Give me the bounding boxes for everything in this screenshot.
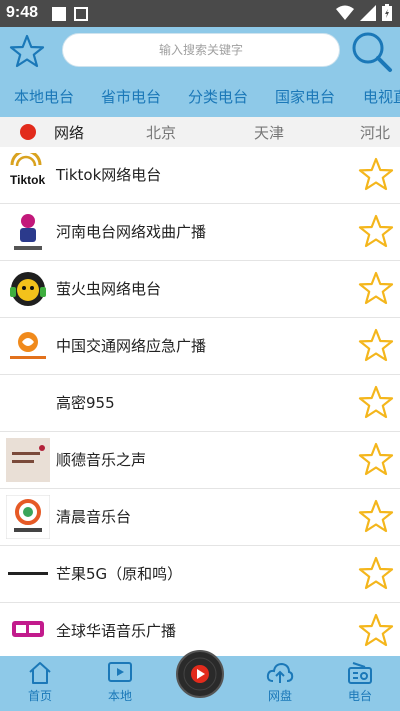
- station-row[interactable]: 芒果5G（原和鸣）: [0, 546, 400, 603]
- nav-label: 首页: [27, 689, 52, 703]
- status-time: 9:48: [6, 4, 39, 21]
- station-row[interactable]: Tiktok Tiktok网络电台: [0, 147, 400, 204]
- nav-local[interactable]: 本地: [80, 656, 160, 711]
- global-chinese-music-logo: [6, 609, 50, 653]
- favorite-star-icon[interactable]: [358, 499, 394, 535]
- favorite-star-icon[interactable]: [358, 157, 394, 193]
- local-play-icon: [108, 662, 132, 682]
- top-bar: [0, 27, 400, 75]
- nav-label: 电台: [347, 689, 372, 703]
- tab-province[interactable]: 省市电台: [101, 86, 161, 107]
- tiktok-radio-logo: Tiktok: [6, 153, 50, 197]
- station-name: 中国交通网络应急广播: [56, 337, 207, 355]
- station-list: Tiktok Tiktok网络电台 河南电台网络戏曲广播 萤火虫网络电台 中国交…: [0, 147, 400, 657]
- selected-region-indicator: [20, 124, 36, 140]
- nav-cloud[interactable]: 网盘: [240, 656, 320, 711]
- favorite-star-icon[interactable]: [358, 214, 394, 250]
- firefly-radio-logo: [6, 267, 50, 311]
- favorite-star-icon[interactable]: [358, 613, 394, 649]
- tab-national[interactable]: 国家电台: [275, 86, 335, 107]
- record-play-button[interactable]: [176, 650, 224, 698]
- tab-local[interactable]: 本地电台: [14, 86, 74, 107]
- tab-category[interactable]: 分类电台: [188, 86, 248, 107]
- station-name: 萤火虫网络电台: [56, 280, 162, 298]
- henan-radio-logo: [6, 210, 50, 254]
- app-notification-icon: [74, 7, 88, 21]
- station-name: 河南电台网络戏曲广播: [56, 223, 207, 241]
- nav-label: 本地: [107, 689, 132, 703]
- station-row[interactable]: 河南电台网络戏曲广播: [0, 204, 400, 261]
- region-bar: 网络 北京 天津 河北: [0, 117, 400, 147]
- tab-tv[interactable]: 电视直: [363, 86, 400, 107]
- record-icon: [183, 657, 217, 691]
- signal-icon: [360, 4, 376, 21]
- notification-icon: [52, 7, 66, 21]
- svg-text:Tiktok: Tiktok: [10, 173, 45, 187]
- search-box[interactable]: [62, 33, 340, 67]
- category-tabs: 本地电台 省市电台 分类电台 国家电台 电视直: [0, 75, 400, 117]
- station-row[interactable]: 高密955: [0, 375, 400, 432]
- nav-label: 网盘: [267, 689, 292, 703]
- favorite-star-icon[interactable]: [358, 556, 394, 592]
- mango-5g-logo: [6, 552, 50, 596]
- search-input[interactable]: [63, 34, 339, 66]
- system-icons: [336, 4, 392, 21]
- region-beijing[interactable]: 北京: [146, 122, 176, 143]
- morning-music-logo: [6, 495, 50, 539]
- bottom-nav: 首页 本地 网盘 电台: [0, 650, 400, 711]
- cloud-upload-icon: [266, 662, 294, 683]
- nav-radio[interactable]: 电台: [320, 656, 400, 711]
- station-row[interactable]: 全球华语音乐广播: [0, 603, 400, 657]
- station-row[interactable]: 顺德音乐之声: [0, 432, 400, 489]
- region-network[interactable]: 网络: [54, 122, 84, 143]
- station-name: 高密955: [56, 394, 115, 412]
- favorite-star-icon[interactable]: [358, 328, 394, 364]
- station-name: 芒果5G（原和鸣）: [56, 565, 183, 583]
- favorite-star-icon[interactable]: [358, 442, 394, 478]
- wifi-icon: [336, 5, 354, 20]
- china-traffic-radio-logo: [6, 324, 50, 368]
- favorite-star-icon[interactable]: [358, 385, 394, 421]
- station-row[interactable]: 清晨音乐台: [0, 489, 400, 546]
- battery-icon: [382, 4, 392, 21]
- favorite-star-icon[interactable]: [358, 271, 394, 307]
- nav-home[interactable]: 首页: [0, 656, 80, 711]
- station-row[interactable]: 萤火虫网络电台: [0, 261, 400, 318]
- home-icon: [29, 662, 51, 684]
- radio-icon: [348, 662, 372, 684]
- region-hebei[interactable]: 河北: [360, 122, 390, 143]
- station-row[interactable]: 中国交通网络应急广播: [0, 318, 400, 375]
- station-name: Tiktok网络电台: [56, 166, 162, 184]
- search-icon[interactable]: [350, 30, 394, 74]
- region-tianjin[interactable]: 天津: [254, 122, 284, 143]
- status-bar: 9:48: [0, 0, 400, 27]
- favorites-star-icon[interactable]: [9, 34, 45, 70]
- station-name: 顺德音乐之声: [56, 451, 147, 469]
- shunde-music-logo: [6, 438, 50, 482]
- station-name: 清晨音乐台: [56, 508, 132, 526]
- station-name: 全球华语音乐广播: [56, 622, 177, 640]
